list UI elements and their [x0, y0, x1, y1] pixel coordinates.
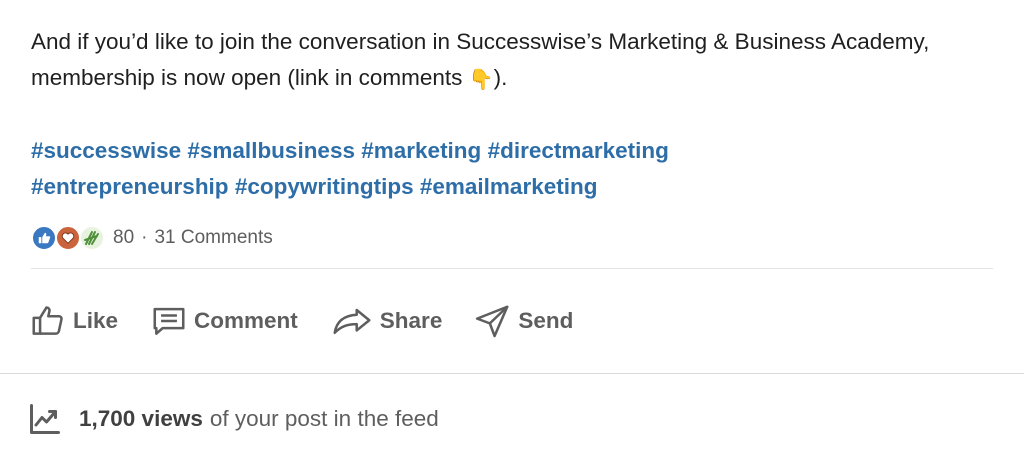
share-label: Share	[379, 308, 443, 333]
send-paper-plane-icon	[476, 305, 509, 338]
section-divider	[0, 373, 1024, 374]
views-count: 1,700 views	[79, 406, 203, 431]
like-button[interactable]: Like	[25, 294, 122, 348]
like-label: Like	[73, 308, 119, 333]
hashtag-link[interactable]: #copywritingtips	[235, 174, 414, 199]
hashtag-link[interactable]: #entrepreneurship	[31, 174, 229, 199]
thumbs-up-icon	[32, 306, 63, 335]
hashtag-link[interactable]: #smallbusiness	[187, 138, 355, 163]
analytics-chart-icon	[30, 404, 60, 434]
send-button[interactable]: Send	[470, 294, 577, 348]
comment-icon	[153, 307, 185, 335]
share-button[interactable]: Share	[326, 294, 447, 348]
comment-label: Comment	[194, 308, 298, 333]
reaction-count[interactable]: 80	[113, 227, 134, 249]
post-actions-bar: Like Comment Share Send	[25, 294, 601, 348]
hashtag-list: #successwise #smallbusiness #marketing #…	[31, 133, 1006, 205]
post-views-analytics[interactable]: 1,700 views of your post in the feed	[27, 400, 439, 438]
comments-count-link[interactable]: 31 Comments	[154, 227, 272, 249]
divider	[31, 268, 993, 269]
love-reaction-icon	[55, 225, 81, 251]
hashtag-link[interactable]: #emailmarketing	[420, 174, 598, 199]
send-label: Send	[518, 308, 574, 333]
separator-dot: ·	[141, 227, 148, 248]
reaction-icons[interactable]	[31, 225, 105, 251]
post-body-text: And if you’d like to join the conversati…	[31, 24, 1006, 98]
social-counts-bar: 80 · 31 Comments	[31, 222, 273, 254]
comment-button[interactable]: Comment	[146, 294, 302, 348]
pointing-down-emoji: 👇	[468, 69, 494, 91]
hashtag-link[interactable]: #successwise	[31, 138, 181, 163]
views-suffix: of your post in the feed	[209, 406, 439, 431]
share-arrow-icon	[333, 308, 371, 335]
hashtag-link[interactable]: #directmarketing	[488, 138, 669, 163]
hashtag-link[interactable]: #marketing	[361, 138, 481, 163]
celebrate-reaction-icon	[79, 225, 105, 251]
post-body-suffix: ).	[493, 65, 508, 90]
like-reaction-icon	[31, 225, 57, 251]
